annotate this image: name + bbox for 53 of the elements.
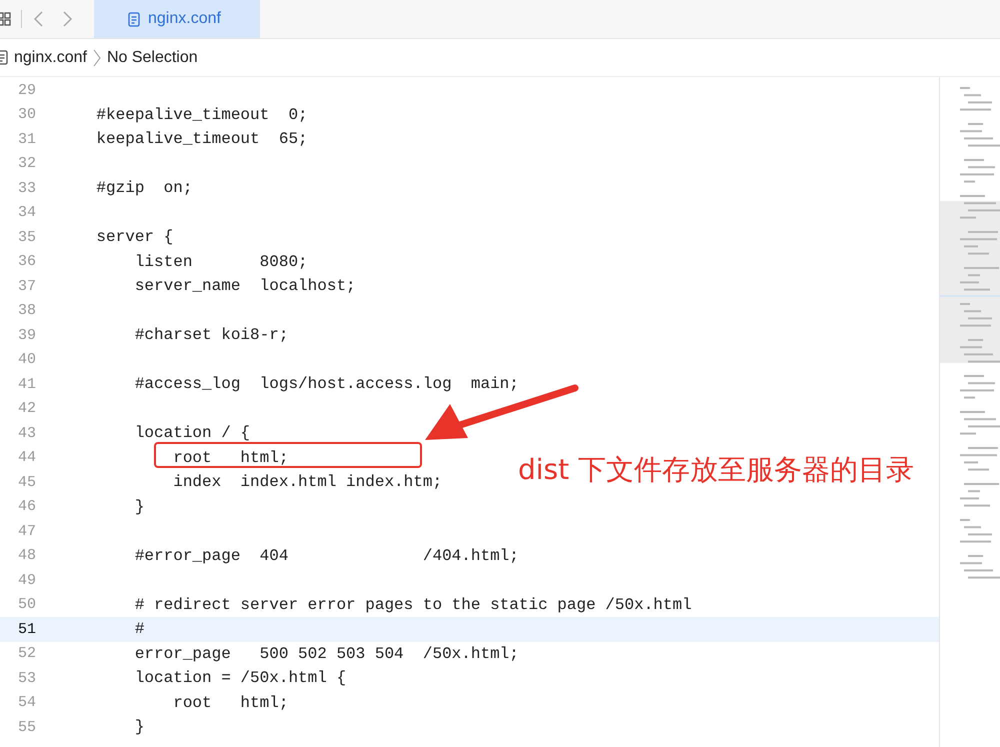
annotation-text: dist 下文件存放至服务器的目录 — [518, 452, 914, 488]
code-text: #charset koi8-r; — [134, 326, 288, 344]
code-text: index index.html index.htm; — [172, 473, 442, 492]
line-number: 29 — [16, 82, 37, 99]
line-number: 38 — [16, 302, 37, 320]
line-number: 37 — [16, 278, 37, 295]
code-text: server { — [95, 228, 174, 246]
line-number: 48 — [16, 547, 37, 564]
code-text: location / { — [134, 424, 250, 442]
code-text: #keepalive_timeout 0; — [95, 106, 308, 124]
line-number: 40 — [16, 351, 37, 368]
file-tab[interactable]: nginx.conf — [94, 0, 260, 38]
code-text: keepalive_timeout 65; — [95, 130, 308, 148]
line-number: 46 — [16, 498, 37, 516]
line-number: 52 — [16, 645, 37, 662]
code-text: error_page 500 502 503 504 /50x.html; — [134, 644, 519, 663]
line-number: 45 — [16, 474, 37, 491]
line-number: 30 — [16, 106, 37, 124]
line-number: 32 — [16, 155, 37, 172]
line-number: 33 — [16, 180, 37, 197]
chevron-icon — [92, 48, 101, 66]
code-text: # redirect server error pages to the static page /50x.html — [134, 596, 692, 614]
code-text: #gzip on; — [95, 179, 192, 198]
line-number: 36 — [16, 253, 37, 270]
code-text: } — [134, 498, 144, 516]
line-number: 44 — [16, 449, 37, 466]
line-number: 55 — [16, 718, 37, 736]
grid-icon[interactable] — [0, 12, 11, 26]
code-text: # — [134, 620, 144, 638]
code-text: server_name localhost; — [134, 277, 356, 296]
code-text: } — [134, 718, 144, 736]
document-icon — [128, 12, 140, 26]
line-number: 35 — [16, 228, 37, 246]
line-number: 50 — [16, 596, 37, 614]
line-number: 41 — [16, 376, 37, 393]
code-text: location = /50x.html { — [134, 669, 346, 688]
code-text: root html; — [172, 448, 288, 467]
breadcrumb-file[interactable]: nginx.conf — [14, 48, 87, 66]
line-number: 31 — [16, 130, 37, 148]
line-number: 51 — [16, 620, 37, 638]
code-text: listen 8080; — [134, 252, 308, 271]
code-text: #access_log logs/host.access.log main; — [134, 375, 519, 394]
line-number: 43 — [16, 424, 37, 442]
line-number: 39 — [16, 326, 37, 344]
line-number: 47 — [16, 522, 37, 540]
line-number: 34 — [16, 204, 37, 222]
line-number: 53 — [16, 670, 37, 687]
line-number: 54 — [16, 694, 37, 712]
line-number: 49 — [16, 572, 37, 589]
code-text: root html; — [172, 694, 288, 712]
breadcrumb-selection[interactable]: No Selection — [106, 48, 198, 66]
line-number: 42 — [16, 400, 37, 418]
code-text: #error_page 404 /404.html; — [134, 546, 519, 565]
